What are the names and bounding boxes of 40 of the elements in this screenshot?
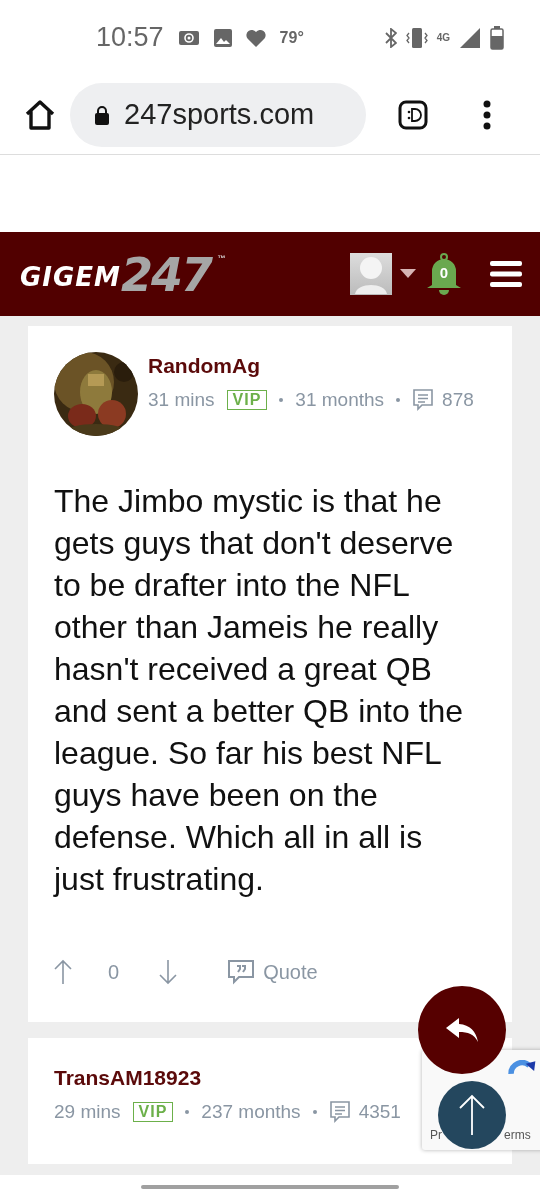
- caret-icon[interactable]: [400, 269, 416, 279]
- site-logo[interactable]: GIGEM247™: [20, 246, 227, 302]
- author-name[interactable]: TransAM18923: [54, 1066, 401, 1090]
- address-bar[interactable]: 247sports.com: [70, 82, 366, 147]
- comment-icon: [412, 388, 435, 412]
- upvote-icon[interactable]: [54, 959, 72, 985]
- post-time: 29 mins: [54, 1101, 121, 1123]
- more-icon[interactable]: [482, 99, 492, 130]
- heart-icon: [245, 28, 266, 47]
- author-name[interactable]: RandomAg: [148, 354, 474, 378]
- post-time: 31 mins: [148, 389, 215, 411]
- battery-icon: [490, 25, 504, 50]
- vibrate-icon: [405, 26, 428, 49]
- privacy-link[interactable]: Pr: [430, 1128, 442, 1142]
- recaptcha-icon: [508, 1060, 536, 1077]
- arrow-up-icon: [458, 1094, 486, 1136]
- radio-icon: [177, 29, 200, 46]
- comment-icon: [328, 1100, 351, 1124]
- clock: 10:57: [96, 22, 164, 53]
- signal-icon: [459, 26, 481, 49]
- network-label: 4G: [436, 33, 450, 42]
- vote-score: 0: [108, 960, 120, 984]
- temperature: 79°: [279, 28, 304, 47]
- terms-link[interactable]: erms: [504, 1128, 531, 1142]
- member-tenure: 237 months: [201, 1101, 301, 1123]
- menu-icon[interactable]: [490, 260, 522, 288]
- image-icon: [213, 28, 232, 47]
- tabs-icon[interactable]: [398, 99, 428, 130]
- comment-count: 4351: [358, 1101, 401, 1123]
- quote-icon: [227, 959, 256, 985]
- vip-badge: VIP: [226, 390, 268, 410]
- home-icon[interactable]: [24, 98, 56, 131]
- reply-icon: [445, 1017, 479, 1043]
- member-tenure: 31 months: [295, 389, 385, 411]
- lock-icon: [94, 104, 110, 125]
- bluetooth-icon: [384, 27, 397, 48]
- post-body: The Jimbo mystic is that he gets guys that don't deserve to be drafter into the NFL other than Jameis he really hasn't received a great QB and sent a better QB into the league. So far his best NFL guys have been on the defense. Which all in all is just frustrating.: [54, 482, 465, 899]
- downvote-icon[interactable]: [159, 959, 178, 985]
- vip-badge: VIP: [132, 1102, 174, 1122]
- comment-count: 878: [442, 389, 474, 411]
